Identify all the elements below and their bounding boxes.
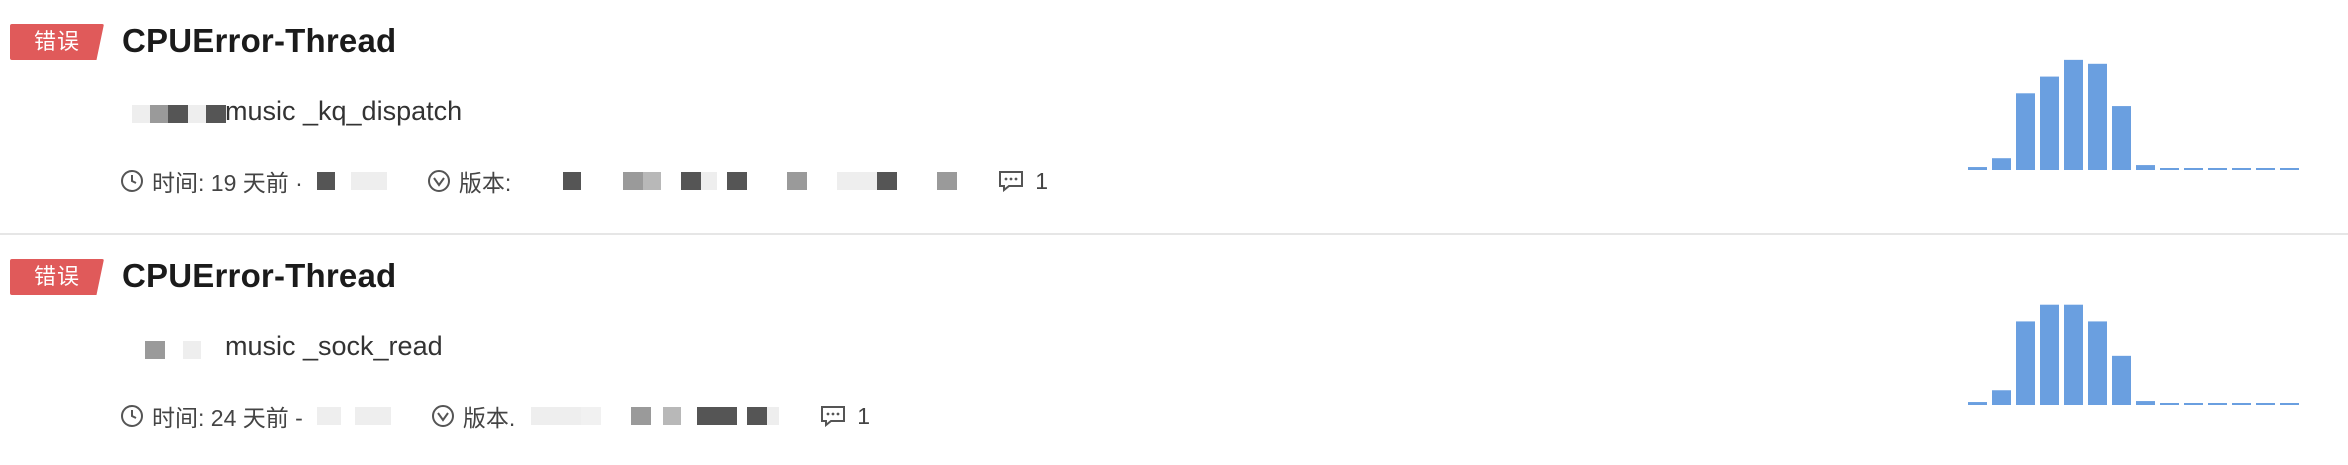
- version-label: 版本:: [458, 170, 512, 196]
- version-icon: [431, 404, 455, 428]
- comment-count[interactable]: 1: [997, 168, 1048, 195]
- clock-icon: [120, 169, 144, 193]
- version-icon: [427, 169, 451, 193]
- histogram-bar: [2160, 168, 2179, 170]
- issue-meta: 时间: 24 天前 - 版本. 1: [120, 398, 870, 434]
- comment-count-value: 1: [857, 402, 870, 429]
- histogram-bar: [2136, 165, 2155, 170]
- version-label: 版本.: [462, 405, 516, 431]
- time-label: 时间: 24 天前 -: [152, 405, 303, 431]
- histogram-bar: [2208, 168, 2227, 170]
- issue-row[interactable]: 错误 CPUError-Thread music _sock_read 时间: …: [0, 233, 2348, 465]
- histogram-bar: [1992, 158, 2011, 170]
- histogram-bar: [2112, 106, 2131, 170]
- issue-title[interactable]: CPUError-Thread: [122, 22, 396, 60]
- histogram-bar: [2040, 76, 2059, 170]
- comment-icon: [819, 404, 847, 428]
- version-group: 版本.: [431, 399, 780, 433]
- histogram-bar: [2160, 403, 2179, 405]
- redacted-prefix: [132, 105, 226, 123]
- comment-count-value: 1: [1035, 167, 1048, 194]
- comment-icon: [997, 169, 1025, 193]
- histogram-bar: [2064, 304, 2083, 405]
- histogram-bar: [2184, 168, 2203, 170]
- issue-meta: 时间: 19 天前 · 版本: 1: [120, 163, 1048, 199]
- histogram-bar: [1968, 402, 1987, 405]
- version-group: 版本:: [427, 164, 958, 198]
- time-label: 时间: 19 天前 ·: [152, 170, 303, 196]
- histogram-bar: [1968, 167, 1987, 170]
- histogram-bar: [2088, 321, 2107, 405]
- histogram-bar: [2232, 403, 2251, 405]
- time-group: 时间: 24 天前 -: [120, 399, 391, 433]
- issue-function: music _sock_read: [225, 331, 443, 361]
- histogram-bar: [2184, 403, 2203, 405]
- time-group: 时间: 19 天前 ·: [120, 164, 387, 198]
- issue-row[interactable]: 错误 CPUError-Thread music _kq_dispatch 时间…: [0, 0, 2348, 230]
- redacted-version: [563, 172, 958, 190]
- trend-histogram: [1968, 304, 2299, 405]
- histogram-bar: [2280, 168, 2299, 170]
- histogram-bar: [2136, 401, 2155, 405]
- issue-title[interactable]: CPUError-Thread: [122, 257, 396, 295]
- histogram-bar: [2208, 403, 2227, 405]
- redacted-time: [316, 407, 391, 425]
- redacted-version: [531, 407, 780, 425]
- histogram-bar: [2040, 304, 2059, 405]
- trend-histogram: [1968, 59, 2299, 170]
- histogram-bar: [2088, 63, 2107, 170]
- redacted-time: [316, 172, 387, 190]
- histogram-bar: [2016, 321, 2035, 405]
- error-badge: 错误: [10, 259, 104, 295]
- histogram-bar: [1992, 390, 2011, 405]
- issue-function: music _kq_dispatch: [225, 96, 463, 126]
- histogram-bar: [2256, 403, 2275, 405]
- histogram-bar: [2064, 59, 2083, 170]
- histogram-bar: [2016, 93, 2035, 170]
- histogram-bar: [2232, 168, 2251, 170]
- clock-icon: [120, 404, 144, 428]
- histogram-bar: [2256, 168, 2275, 170]
- redacted-prefix: [145, 341, 201, 359]
- histogram-bar: [2112, 355, 2131, 405]
- histogram-bar: [2280, 403, 2299, 405]
- comment-count[interactable]: 1: [819, 403, 870, 430]
- error-badge: 错误: [10, 24, 104, 60]
